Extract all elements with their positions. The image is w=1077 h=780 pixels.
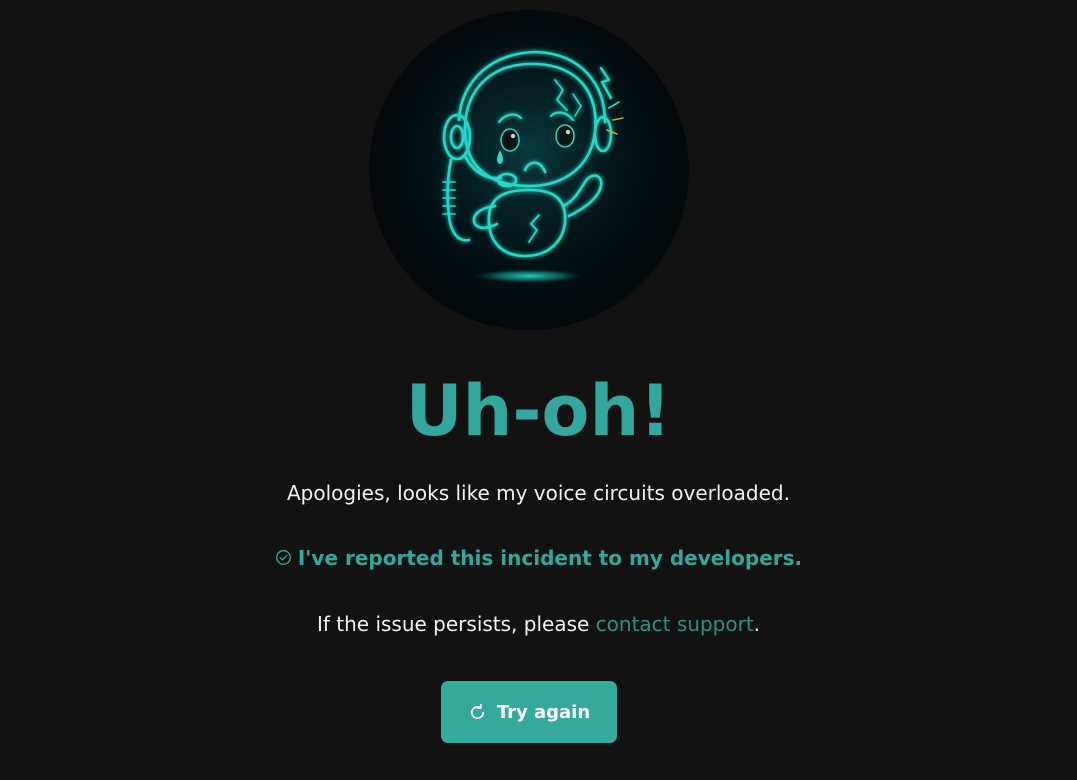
persist-suffix: . <box>753 612 761 636</box>
contact-support-link[interactable]: contact support <box>596 612 754 636</box>
error-page: Uh-oh! Apologies, looks like my voice ci… <box>0 0 1077 780</box>
persist-prefix: If the issue persists, please <box>316 612 596 636</box>
error-message: Apologies, looks like my voice circuits … <box>287 481 790 505</box>
refresh-icon <box>470 703 484 719</box>
sad-robot-illustration <box>369 10 689 330</box>
sad-robot-headset-icon <box>389 20 669 300</box>
reported-notice: I've reported this incident to my develo… <box>0 544 1077 572</box>
try-again-label: Try again <box>496 701 591 723</box>
reported-text: I've reported this incident to my develo… <box>297 546 803 570</box>
check-circle-icon <box>275 550 291 565</box>
persist-notice: If the issue persists, please contact su… <box>0 610 1077 638</box>
page-title: Uh-oh! <box>405 370 672 452</box>
try-again-button[interactable]: Try again <box>441 681 617 743</box>
